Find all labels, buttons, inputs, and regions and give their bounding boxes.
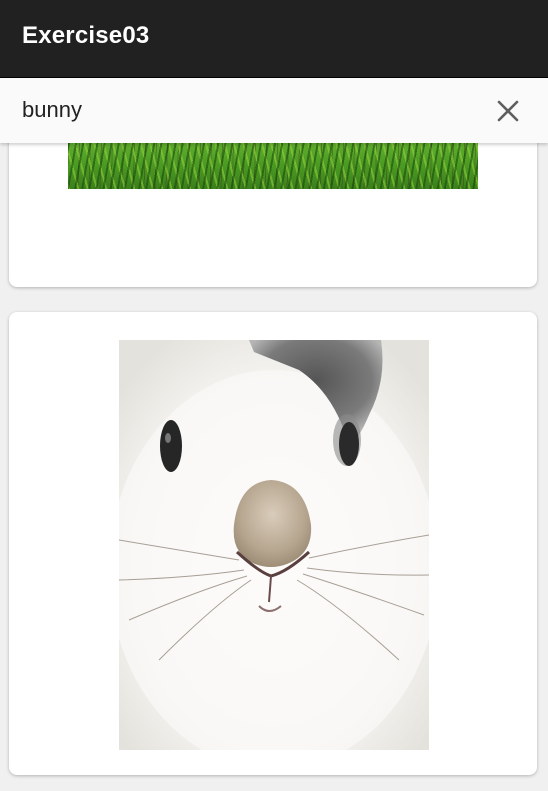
grass-image — [68, 143, 478, 189]
app-title: Exercise03 — [22, 22, 150, 49]
result-card[interactable] — [9, 143, 537, 287]
clear-search-button[interactable] — [489, 92, 527, 130]
result-card[interactable] — [9, 312, 537, 775]
search-input[interactable] — [20, 92, 464, 128]
results-list[interactable] — [0, 143, 548, 791]
search-bar — [0, 78, 548, 143]
app-bar: Exercise03 — [0, 0, 548, 78]
close-icon — [497, 100, 519, 122]
bunny-image — [119, 340, 429, 750]
